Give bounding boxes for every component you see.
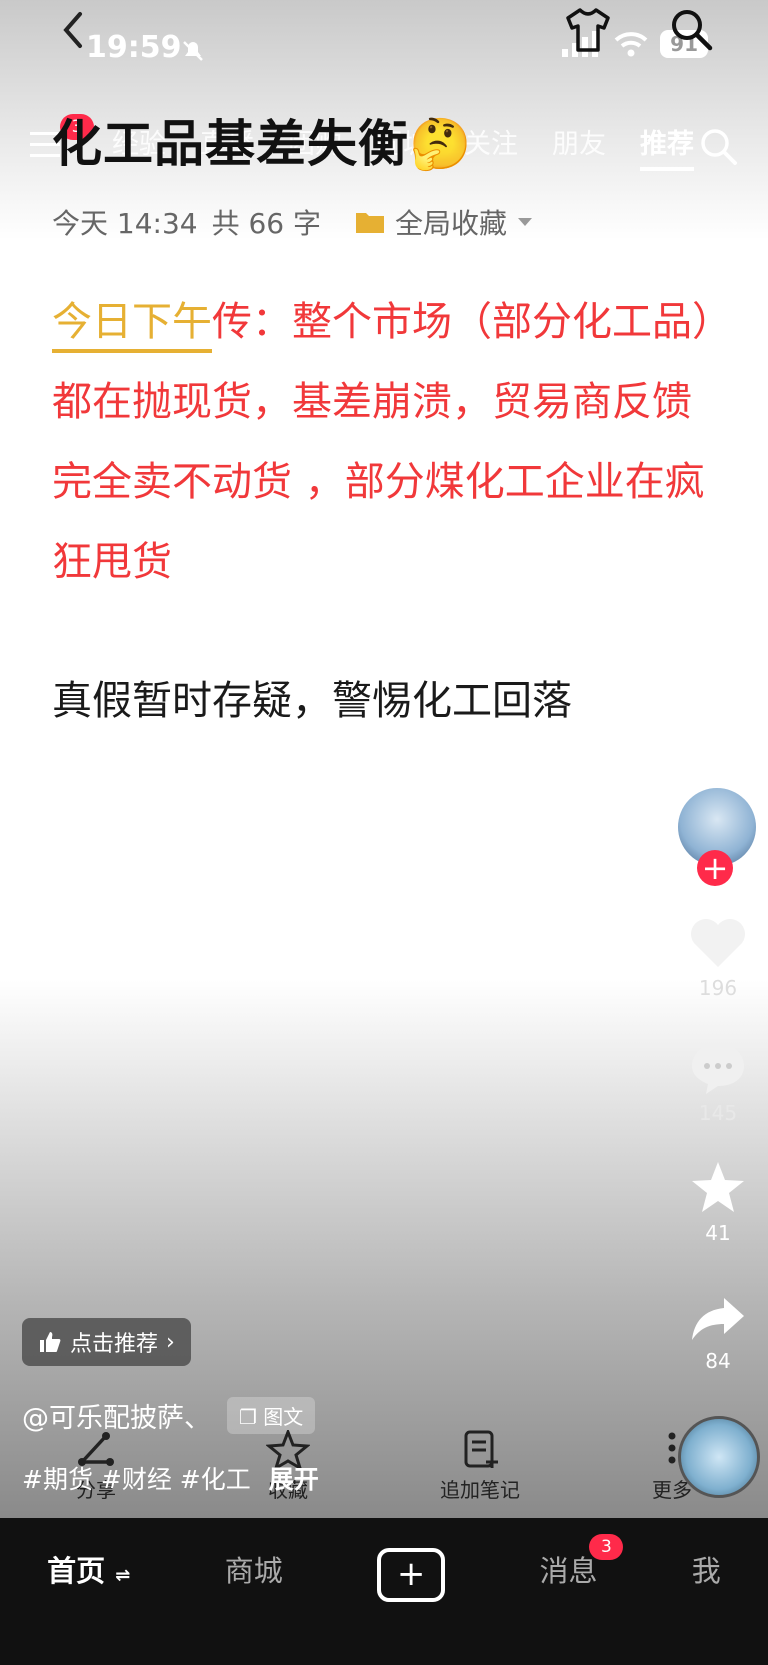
note-paragraph-1: 今日下午传：整个市场（部分化工品）都在抛现货，基差崩溃，贸易商反馈完全卖不动货 … (52, 282, 712, 602)
add-note-action[interactable]: 追加笔记 (415, 1430, 545, 1503)
comment-icon (692, 1044, 744, 1094)
mute-icon (180, 38, 206, 68)
content-type-label: 图文 (263, 1405, 304, 1429)
tab-home-label: 首页 (47, 1554, 106, 1588)
heart-icon (691, 919, 745, 967)
tab-messages[interactable]: 消息 3 (539, 1534, 624, 1590)
add-note-label: 追加笔记 (440, 1478, 520, 1502)
favorite-count: 41 (705, 1221, 731, 1245)
back-icon[interactable] (58, 10, 88, 54)
tab-friends[interactable]: 朋友 (552, 122, 606, 171)
comment-button[interactable]: 145 (678, 1040, 758, 1125)
outfit-icon[interactable] (562, 6, 614, 58)
status-time: 19:59 (86, 30, 182, 65)
expand-link[interactable]: 展开 (269, 1465, 319, 1494)
note-title: 化工品基差失衡🤔 (52, 115, 473, 173)
favorite-button[interactable]: 41 (678, 1160, 758, 1245)
note-paragraph-2: 真假暂时存疑，警惕化工回落 (52, 678, 572, 724)
tab-home[interactable]: 首页 ⇌ (47, 1548, 130, 1590)
recommend-label: 点击推荐 (70, 1332, 159, 1357)
tab-messages-label: 消息 (539, 1554, 598, 1588)
create-post-button[interactable]: + (377, 1548, 446, 1602)
add-note-icon (464, 1430, 498, 1468)
recommend-button[interactable]: 点击推荐 › (22, 1318, 191, 1366)
share-rail-button[interactable]: 84 (678, 1294, 758, 1373)
like-button[interactable]: 196 (678, 915, 758, 1000)
tab-recommend[interactable]: 推荐 (640, 122, 694, 171)
collection-name: 全局收藏 (395, 207, 508, 240)
content-type-tag: ❐ 图文 (227, 1397, 316, 1434)
wifi-icon (614, 32, 648, 57)
highlight-text: 今日下午 (52, 299, 212, 345)
search-icon-nav[interactable] (698, 126, 738, 170)
tab-mall[interactable]: 商城 (225, 1548, 283, 1590)
switch-icon: ⇌ (115, 1565, 131, 1586)
note-word-count: 共 66 字 (211, 207, 322, 240)
dropdown-caret-icon (518, 218, 533, 226)
share-count: 84 (705, 1349, 731, 1373)
follow-button[interactable]: + (697, 850, 733, 886)
note-time: 今天 14:34 (52, 207, 198, 240)
like-count: 196 (698, 976, 738, 1000)
image-text-icon: ❐ (239, 1405, 257, 1429)
share-arrow-icon (692, 1298, 744, 1340)
bottom-tab-bar: 首页 ⇌ 商城 + 消息 3 我 (0, 1518, 768, 1665)
search-icon-top[interactable] (668, 6, 714, 56)
collection-selector[interactable]: 全局收藏 (355, 202, 533, 242)
music-disc[interactable] (678, 1416, 760, 1498)
messages-badge: 3 (589, 1534, 624, 1560)
tab-me[interactable]: 我 (692, 1548, 721, 1590)
hashtag-list[interactable]: #期货 #财经 #化工 (22, 1465, 251, 1494)
folder-icon (356, 213, 385, 233)
star-icon (692, 1162, 744, 1212)
chevron-right-icon: › (166, 1329, 175, 1355)
note-meta: 今天 14:34 共 66 字 全局收藏 (52, 202, 533, 242)
thumbs-up-icon (40, 1332, 61, 1352)
hashtags: #期货 #财经 #化工 展开 (22, 1460, 319, 1496)
comment-count: 145 (698, 1101, 738, 1125)
